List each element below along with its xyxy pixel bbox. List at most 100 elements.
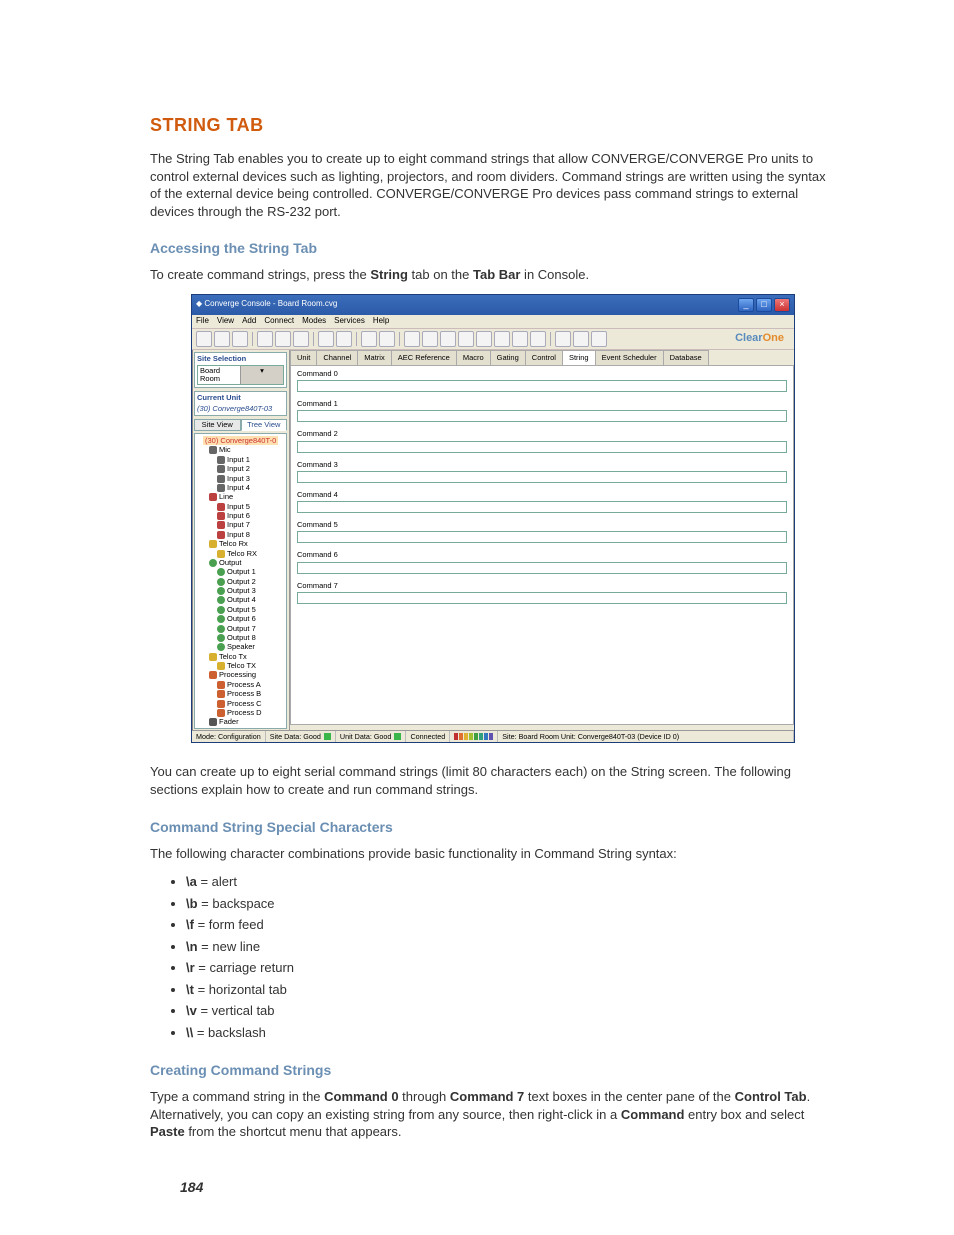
command-7-input[interactable] — [297, 592, 787, 604]
command-6-input[interactable] — [297, 562, 787, 574]
toolbar-separator — [313, 332, 314, 346]
command-3-input[interactable] — [297, 471, 787, 483]
tree-telco-tx[interactable]: Telco Tx — [197, 652, 284, 661]
command-4-input[interactable] — [297, 501, 787, 513]
tree-telco-rx[interactable]: Telco Rx — [197, 539, 284, 548]
tab-string[interactable]: String — [562, 350, 596, 365]
tree-item[interactable]: Input 2 — [197, 464, 284, 473]
menu-modes[interactable]: Modes — [302, 317, 326, 326]
toolbar: ClearOne — [192, 329, 794, 350]
tree-item[interactable]: Telco TX — [197, 661, 284, 670]
after-image-paragraph: You can create up to eight serial comman… — [150, 763, 836, 798]
toolbar-icon[interactable] — [293, 331, 309, 347]
toolbar-icon[interactable] — [591, 331, 607, 347]
tree-item[interactable]: Process D — [197, 708, 284, 717]
site-view-tab[interactable]: Site View — [194, 419, 241, 431]
menu-file[interactable]: File — [196, 317, 209, 326]
tab-control[interactable]: Control — [525, 350, 563, 365]
toolbar-icon[interactable] — [476, 331, 492, 347]
list-item: \b = backspace — [186, 894, 836, 914]
tree-item[interactable]: Input 8 — [197, 530, 284, 539]
toolbar-icon[interactable] — [512, 331, 528, 347]
tree-root[interactable]: (30) Converge840T-0 — [203, 436, 278, 445]
tree-item[interactable]: Output 3 — [197, 586, 284, 595]
tree-item[interactable]: Input 5 — [197, 502, 284, 511]
toolbar-icon[interactable] — [379, 331, 395, 347]
tab-unit[interactable]: Unit — [290, 350, 317, 365]
status-location: Site: Board Room Unit: Converge840T-03 (… — [498, 731, 794, 743]
device-tree[interactable]: (30) Converge840T-0 Mic Input 1 Input 2 … — [194, 433, 287, 729]
tree-item[interactable]: Process B — [197, 689, 284, 698]
toolbar-icon[interactable] — [573, 331, 589, 347]
toolbar-icon[interactable] — [214, 331, 230, 347]
tree-item[interactable]: Input 1 — [197, 455, 284, 464]
toolbar-icon[interactable] — [336, 331, 352, 347]
menu-add[interactable]: Add — [242, 317, 256, 326]
tree-item[interactable]: Telco RX — [197, 549, 284, 558]
tab-gating[interactable]: Gating — [490, 350, 526, 365]
site-selection-dropdown[interactable]: Board Room ▾ — [197, 365, 284, 386]
telco-icon — [217, 662, 225, 670]
tree-processing[interactable]: Processing — [197, 670, 284, 679]
tree-item[interactable]: Output 7 — [197, 624, 284, 633]
tree-item[interactable]: Input 3 — [197, 474, 284, 483]
tree-item[interactable]: Output 6 — [197, 614, 284, 623]
toolbar-icon[interactable] — [530, 331, 546, 347]
string-tab-content: Command 0 Command 1 Command 2 Command 3 … — [290, 365, 794, 725]
tab-macro[interactable]: Macro — [456, 350, 491, 365]
toolbar-icon[interactable] — [422, 331, 438, 347]
toolbar-icon[interactable] — [361, 331, 377, 347]
tree-output[interactable]: Output — [197, 558, 284, 567]
line-icon — [209, 493, 217, 501]
toolbar-icon[interactable] — [257, 331, 273, 347]
command-5-input[interactable] — [297, 531, 787, 543]
tree-item[interactable]: Output 4 — [197, 595, 284, 604]
toolbar-icon[interactable] — [232, 331, 248, 347]
intro-paragraph: The String Tab enables you to create up … — [150, 150, 836, 220]
tree-line[interactable]: Line — [197, 492, 284, 501]
tree-item[interactable]: Input 6 — [197, 511, 284, 520]
close-button[interactable]: × — [774, 298, 790, 312]
maximize-button[interactable]: □ — [756, 298, 772, 312]
tree-item[interactable]: Input 7 — [197, 520, 284, 529]
tab-channel[interactable]: Channel — [316, 350, 358, 365]
app-body: Site Selection Board Room ▾ Current Unit… — [192, 350, 794, 730]
tab-matrix[interactable]: Matrix — [357, 350, 391, 365]
minimize-button[interactable]: _ — [738, 298, 754, 312]
tree-view-tab[interactable]: Tree View — [241, 419, 288, 431]
command-2-input[interactable] — [297, 441, 787, 453]
menu-help[interactable]: Help — [373, 317, 389, 326]
tree-item[interactable]: Output 5 — [197, 605, 284, 614]
toolbar-icon[interactable] — [458, 331, 474, 347]
tree-item[interactable]: Output 2 — [197, 577, 284, 586]
toolbar-icon[interactable] — [275, 331, 291, 347]
tab-database[interactable]: Database — [663, 350, 709, 365]
tree-item[interactable]: Output 1 — [197, 567, 284, 576]
list-item: \\ = backslash — [186, 1023, 836, 1043]
toolbar-icon[interactable] — [555, 331, 571, 347]
tab-event-scheduler[interactable]: Event Scheduler — [595, 350, 664, 365]
toolbar-icon[interactable] — [494, 331, 510, 347]
tree-item[interactable]: Process A — [197, 680, 284, 689]
menu-connect[interactable]: Connect — [264, 317, 294, 326]
tree-item[interactable]: Output 8 — [197, 633, 284, 642]
status-unit-data: Unit Data: Good — [336, 731, 407, 743]
tree-mic[interactable]: Mic — [197, 445, 284, 454]
toolbar-icon[interactable] — [318, 331, 334, 347]
toolbar-icon[interactable] — [440, 331, 456, 347]
tree-item[interactable]: Fader 1 — [197, 727, 284, 729]
tree-item[interactable]: Input 4 — [197, 483, 284, 492]
tree-item[interactable]: Speaker — [197, 642, 284, 651]
command-0-input[interactable] — [297, 380, 787, 392]
tree-item[interactable]: Process C — [197, 699, 284, 708]
toolbar-icon[interactable] — [196, 331, 212, 347]
menu-view[interactable]: View — [217, 317, 234, 326]
tree-fader[interactable]: Fader — [197, 717, 284, 726]
creating-paragraph: Type a command string in the Command 0 t… — [150, 1088, 836, 1141]
toolbar-icon[interactable] — [404, 331, 420, 347]
command-1-input[interactable] — [297, 410, 787, 422]
mic-icon — [217, 475, 225, 483]
section-creating: Creating Command Strings — [150, 1062, 836, 1078]
menu-services[interactable]: Services — [334, 317, 365, 326]
tab-aec-reference[interactable]: AEC Reference — [391, 350, 457, 365]
